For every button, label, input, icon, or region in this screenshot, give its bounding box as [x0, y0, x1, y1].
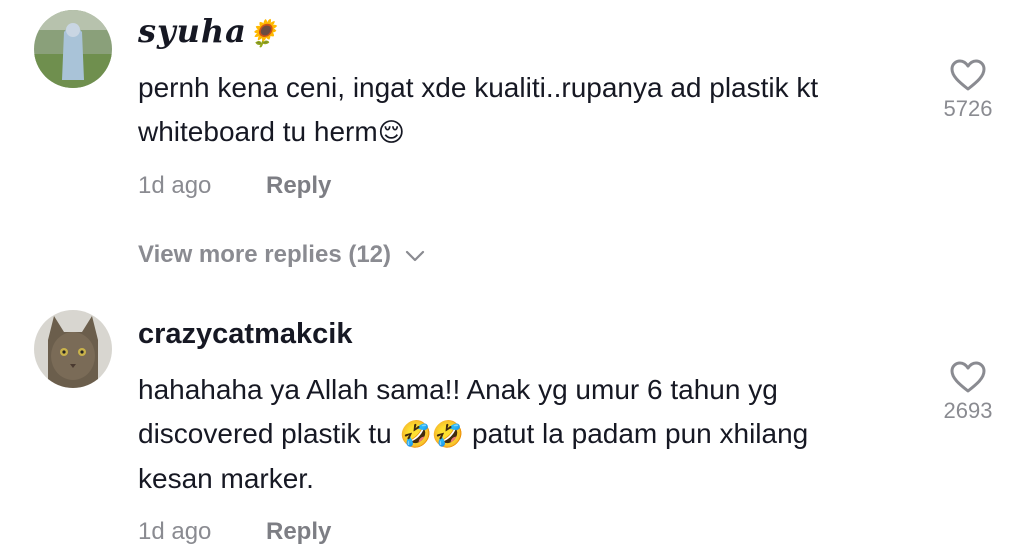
comment-text-line: pernh kena ceni, ingat xde kualiti..rupa… — [138, 72, 819, 103]
reply-button[interactable]: Reply — [266, 518, 331, 545]
comment-text-line: discovered plastik tu — [138, 418, 400, 449]
comment-text: pernh kena ceni, ingat xde kualiti..rupa… — [138, 66, 928, 155]
heart-icon — [950, 361, 986, 393]
like-button[interactable]: 5726 — [930, 58, 1006, 122]
username-text: syuha — [138, 12, 247, 50]
like-button[interactable]: 2693 — [930, 360, 1006, 424]
comment-text: hahahaha ya Allah sama!! Anak yg umur 6 … — [138, 368, 928, 501]
avatar[interactable] — [34, 310, 112, 388]
relieved-face-emoji: 😌 — [377, 118, 405, 148]
like-count: 5726 — [943, 96, 993, 121]
comment-item: syuha🌻 pernh kena ceni, ingat xde kualit… — [0, 0, 1030, 230]
comment-timestamp: 1d ago — [138, 172, 212, 199]
view-more-replies-label: View more replies (12) — [138, 241, 392, 268]
comment-text-line: whiteboard tu herm — [138, 116, 378, 147]
comment-meta: 1d ago Reply — [138, 172, 331, 200]
avatar[interactable] — [34, 10, 112, 88]
view-more-replies-button[interactable]: View more replies (12) — [138, 241, 425, 269]
comment-text-line: hahahaha ya Allah sama!! Anak yg umur 6 … — [138, 374, 778, 405]
heart-icon — [950, 59, 986, 91]
comment-timestamp: 1d ago — [138, 518, 212, 545]
sunflower-emoji: 🌻 — [246, 19, 281, 49]
reply-button[interactable]: Reply — [266, 172, 331, 199]
username[interactable]: syuha🌻 — [138, 12, 280, 50]
comment-item: crazycatmakcik hahahaha ya Allah sama!! … — [0, 300, 1030, 560]
rolling-laughing-emoji: 🤣🤣 — [399, 420, 465, 450]
avatar-image — [34, 10, 112, 88]
comment-text-line: kesan marker. — [138, 463, 314, 494]
comment-text-line: patut la padam pun xhilang — [464, 418, 809, 449]
comment-meta: 1d ago Reply — [138, 518, 331, 546]
like-count: 2693 — [943, 398, 993, 423]
chevron-down-icon — [405, 250, 425, 261]
username[interactable]: crazycatmakcik — [138, 318, 352, 351]
avatar-image — [34, 310, 112, 388]
